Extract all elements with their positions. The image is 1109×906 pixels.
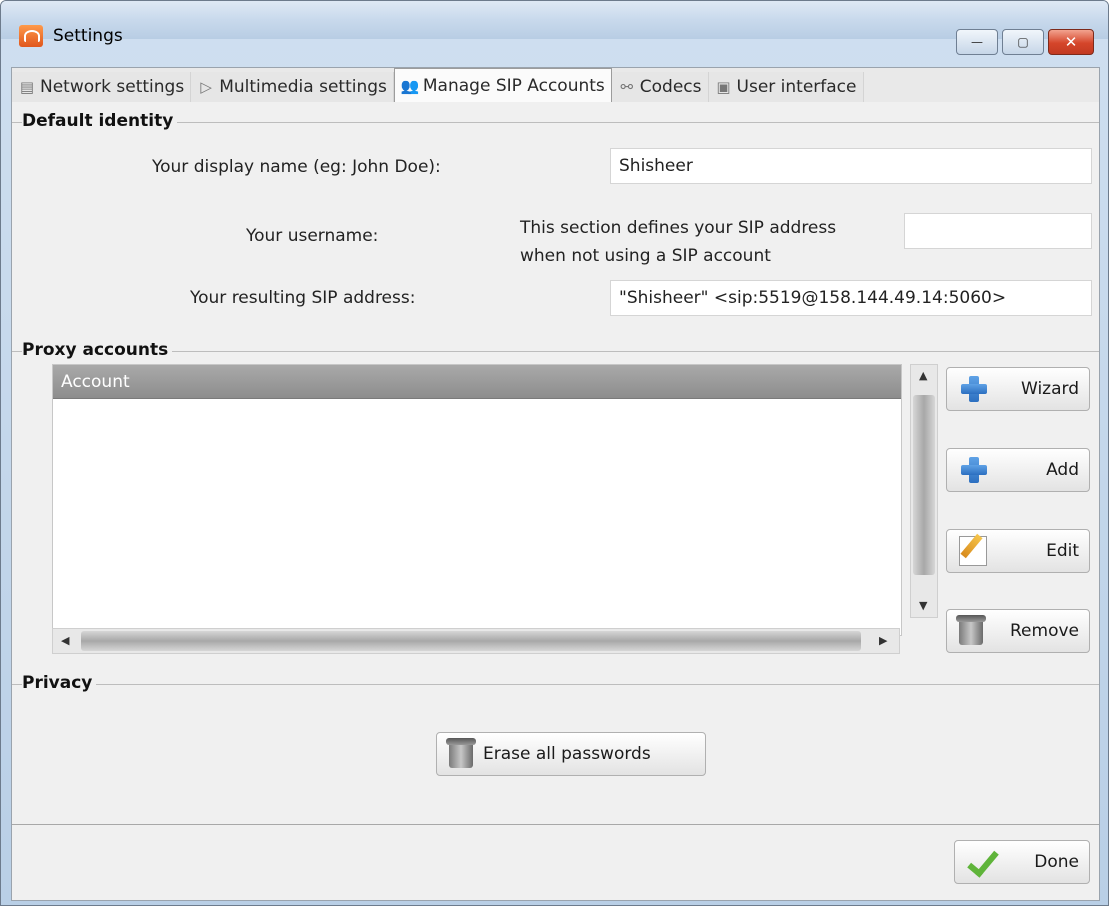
tab-codecs[interactable]: ⚯ Codecs xyxy=(611,72,709,102)
username-label: Your username: xyxy=(246,226,379,246)
tab-bar: ▤ Network settings ▷ Multimedia settings… xyxy=(12,68,1099,102)
scroll-right-icon[interactable]: ▶ xyxy=(879,634,887,647)
scroll-thumb[interactable] xyxy=(81,631,861,651)
button-label: Remove xyxy=(1010,621,1079,641)
settings-panel: ▤ Network settings ▷ Multimedia settings… xyxy=(11,67,1100,901)
network-icon: ▤ xyxy=(19,78,35,96)
username-note-line2: when not using a SIP account xyxy=(520,246,771,266)
display-name-input[interactable]: Shisheer xyxy=(610,148,1092,184)
button-label: Done xyxy=(1034,852,1079,872)
trash-icon xyxy=(956,615,986,645)
add-button[interactable]: Add xyxy=(946,448,1090,492)
window-controls: — ▢ ✕ xyxy=(956,29,1094,55)
horizontal-scrollbar[interactable]: ◀ ▶ xyxy=(52,628,900,654)
wizard-button[interactable]: Wizard xyxy=(946,367,1090,411)
privacy-section: Privacy xyxy=(12,673,1099,693)
trash-icon xyxy=(446,738,476,768)
scroll-up-icon[interactable]: ▲ xyxy=(919,369,927,382)
play-icon: ▷ xyxy=(200,78,212,96)
plus-icon xyxy=(959,374,989,404)
button-label: Add xyxy=(1046,460,1079,480)
tab-label: Manage SIP Accounts xyxy=(422,75,605,96)
checkmark-icon xyxy=(967,848,997,876)
scroll-thumb[interactable] xyxy=(913,395,935,575)
erase-passwords-button[interactable]: Erase all passwords xyxy=(436,732,706,776)
tab-label: Codecs xyxy=(639,77,702,97)
button-label: Erase all passwords xyxy=(483,744,651,764)
scroll-down-icon[interactable]: ▼ xyxy=(919,599,927,612)
link-icon: ⚯ xyxy=(620,78,634,96)
username-note-line1: This section defines your SIP address xyxy=(520,218,837,238)
scroll-left-icon[interactable]: ◀ xyxy=(61,634,69,647)
sip-address-field: "Shisheer" <sip:5519@158.144.49.14:5060> xyxy=(610,280,1092,316)
close-icon: ✕ xyxy=(1064,33,1078,51)
settings-window: Settings — ▢ ✕ ▤ Network settings ▷ Mult… xyxy=(0,0,1109,906)
footer-divider xyxy=(12,824,1099,825)
tab-network-settings[interactable]: ▤ Network settings xyxy=(12,72,192,102)
tab-user-interface[interactable]: ▣ User interface xyxy=(708,72,864,102)
plus-icon xyxy=(959,455,989,485)
tab-manage-sip-accounts[interactable]: 👥 Manage SIP Accounts xyxy=(393,68,612,102)
tab-label: Network settings xyxy=(40,77,185,97)
minimize-icon: — xyxy=(971,35,983,49)
button-label: Edit xyxy=(1046,541,1079,561)
vertical-scrollbar[interactable]: ▲ ▼ xyxy=(910,364,938,618)
edit-icon xyxy=(959,536,987,566)
column-header-account[interactable]: Account xyxy=(53,365,901,399)
close-button[interactable]: ✕ xyxy=(1048,29,1094,55)
proxy-accounts-section: Proxy accounts xyxy=(12,340,1099,360)
sip-address-label: Your resulting SIP address: xyxy=(190,288,416,308)
maximize-icon: ▢ xyxy=(1017,35,1029,49)
tab-multimedia-settings[interactable]: ▷ Multimedia settings xyxy=(191,72,394,102)
section-title: Default identity xyxy=(22,111,178,131)
default-identity-section: Default identity xyxy=(12,111,1099,131)
section-title: Proxy accounts xyxy=(22,340,173,360)
username-input[interactable] xyxy=(904,213,1092,249)
users-icon: 👥 xyxy=(400,76,420,95)
remove-button[interactable]: Remove xyxy=(946,609,1090,653)
title-bar[interactable]: Settings — ▢ ✕ xyxy=(1,1,1108,55)
display-name-label: Your display name (eg: John Doe): xyxy=(152,157,441,177)
edit-button[interactable]: Edit xyxy=(946,529,1090,573)
maximize-button[interactable]: ▢ xyxy=(1002,29,1044,55)
section-title: Privacy xyxy=(22,673,97,693)
button-label: Wizard xyxy=(1021,379,1079,399)
tab-label: Multimedia settings xyxy=(219,77,387,97)
accounts-list[interactable]: Account xyxy=(52,364,902,636)
ui-icon: ▣ xyxy=(716,78,731,96)
app-icon xyxy=(19,25,43,47)
done-button[interactable]: Done xyxy=(954,840,1090,884)
tab-label: User interface xyxy=(736,77,857,97)
window-title: Settings xyxy=(53,26,123,46)
minimize-button[interactable]: — xyxy=(956,29,998,55)
